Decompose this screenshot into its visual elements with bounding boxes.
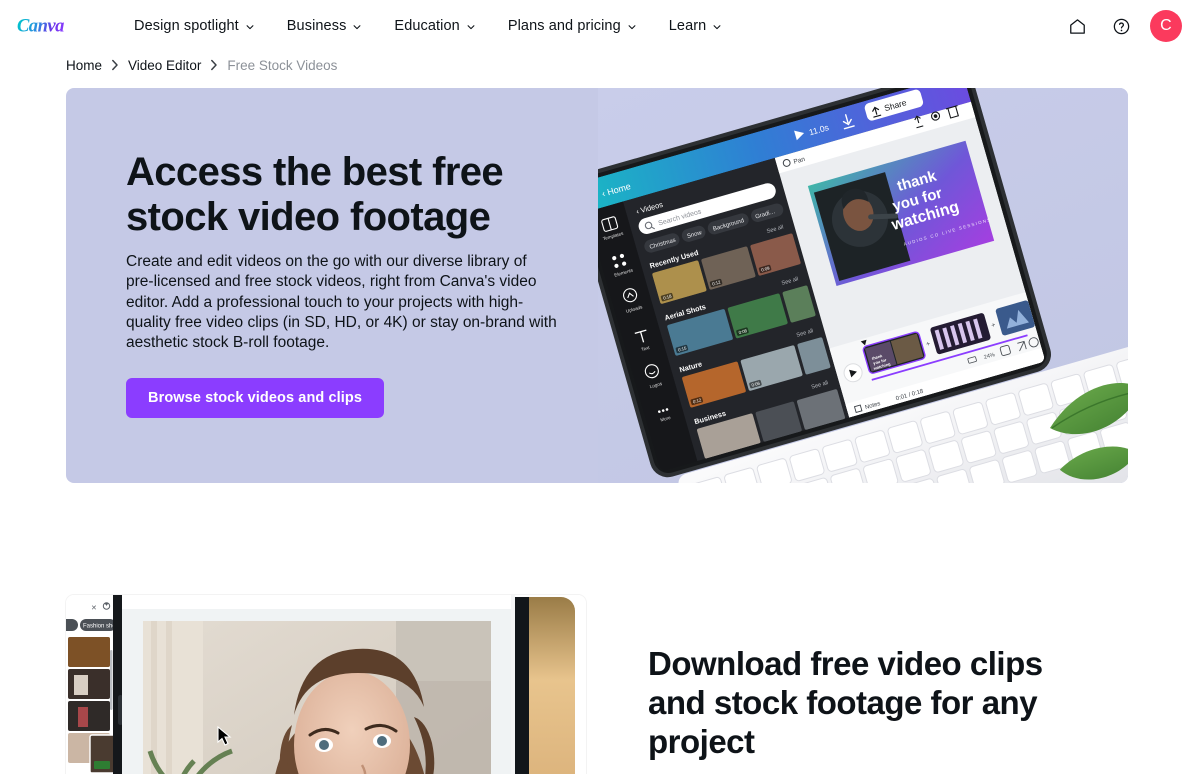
- svg-text:Canva: Canva: [17, 16, 64, 37]
- chevron-down-icon: [713, 24, 721, 29]
- breadcrumb-item-home[interactable]: Home: [66, 58, 102, 73]
- breadcrumb-separator: [210, 59, 218, 71]
- hero-artwork: ‹ Home 11.0s Share Templates Elements Up…: [598, 88, 1128, 483]
- download-clips-section: ✕ Fashion show Download free video clips…: [0, 595, 1200, 774]
- breadcrumb-separator: [111, 59, 119, 71]
- canva-logo[interactable]: Canva: [16, 11, 92, 41]
- chevron-down-icon: [353, 24, 361, 29]
- svg-text:✕: ✕: [91, 605, 97, 612]
- hero-section: Access the best free stock video footage…: [66, 88, 1128, 483]
- video-editor-screenshot: ✕ Fashion show: [66, 595, 586, 774]
- nav-label: Design spotlight: [134, 18, 239, 34]
- nav-label: Business: [286, 18, 347, 34]
- home-icon: [1069, 18, 1085, 34]
- breadcrumb: Home Video Editor Free Stock Videos: [0, 52, 1200, 78]
- nav-label: Learn: [668, 18, 707, 34]
- section2-title: Download free video clips and stock foot…: [648, 645, 1043, 760]
- chevron-down-icon: [467, 24, 475, 29]
- nav-item-education[interactable]: Education: [378, 10, 491, 42]
- breadcrumb-item-video-editor[interactable]: Video Editor: [128, 58, 201, 73]
- help-icon: [1113, 18, 1129, 34]
- breadcrumb-item-free-stock-videos: Free Stock Videos: [227, 57, 338, 73]
- nav-label: Education: [394, 18, 460, 34]
- nav-item-design-spotlight[interactable]: Design spotlight: [118, 10, 271, 42]
- hero-copy: Access the best free stock video footage…: [126, 150, 566, 418]
- hero-description: Create and edit videos on the go with ou…: [126, 252, 557, 352]
- help-button[interactable]: [1106, 11, 1136, 41]
- chevron-right-icon: [112, 59, 118, 71]
- site-header: Canva Design spotlight Business Educatio…: [0, 0, 1200, 52]
- page-title: Access the best free stock video footage: [126, 150, 504, 239]
- video-preview: [143, 621, 491, 774]
- nav-label: Plans and pricing: [507, 18, 621, 34]
- nav-item-business[interactable]: Business: [271, 10, 379, 42]
- section2-copy: Download free video clips and stock foot…: [586, 595, 1086, 774]
- avatar[interactable]: C: [1150, 10, 1182, 42]
- avatar-initial: C: [1160, 17, 1172, 34]
- chevron-right-icon: [211, 59, 218, 71]
- chevron-down-icon: [246, 24, 254, 29]
- chevron-down-icon: [628, 24, 636, 29]
- nav-item-learn[interactable]: Learn: [653, 10, 739, 42]
- header-actions: C: [1062, 10, 1182, 42]
- main-nav: Design spotlight Business Education Plan…: [118, 10, 738, 42]
- scrollbar-thumb: [110, 650, 113, 710]
- home-button[interactable]: [1062, 11, 1092, 41]
- browse-stock-videos-button[interactable]: Browse stock videos and clips: [126, 377, 385, 418]
- nav-item-plans-and-pricing[interactable]: Plans and pricing: [492, 10, 653, 42]
